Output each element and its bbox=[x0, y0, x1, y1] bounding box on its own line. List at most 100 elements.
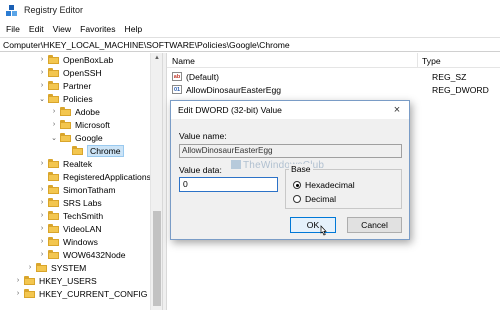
chevron-right-icon[interactable]: › bbox=[38, 79, 46, 92]
column-divider[interactable] bbox=[417, 53, 418, 68]
address-path[interactable]: Computer\HKEY_LOCAL_MACHINE\SOFTWARE\Pol… bbox=[3, 40, 290, 50]
tree-item-label: Windows bbox=[63, 236, 98, 247]
tree-item-label: Microsoft bbox=[75, 119, 110, 130]
chevron-right-icon[interactable]: › bbox=[38, 196, 46, 209]
window-title: Registry Editor bbox=[24, 5, 84, 15]
menu-view[interactable]: View bbox=[53, 24, 71, 34]
tree-item-videolan[interactable]: › VideoLAN bbox=[38, 222, 102, 235]
tree-item-label: VideoLAN bbox=[63, 223, 102, 234]
folder-icon bbox=[72, 146, 83, 155]
base-group-label: Base bbox=[289, 164, 313, 174]
menu-favorites[interactable]: Favorites bbox=[80, 24, 115, 34]
tree-item-label: SimonTatham bbox=[63, 184, 116, 195]
value-data-label: Value data: bbox=[179, 165, 222, 175]
tree-item-label: OpenBoxLab bbox=[63, 54, 114, 65]
tree-item-techsmith[interactable]: › TechSmith bbox=[38, 209, 103, 222]
radio-decimal[interactable]: Decimal bbox=[293, 194, 336, 204]
tree-item-hkey-users[interactable]: › HKEY_USERS bbox=[14, 274, 97, 287]
tree-item-srs-labs[interactable]: › SRS Labs bbox=[38, 196, 102, 209]
column-header-name[interactable]: Name bbox=[172, 56, 195, 66]
tree-item-wow6432node[interactable]: › WOW6432Node bbox=[38, 248, 126, 261]
folder-icon bbox=[36, 263, 47, 272]
tree-item-system[interactable]: › SYSTEM bbox=[26, 261, 87, 274]
value-row-default[interactable]: ab (Default) REG_SZ bbox=[167, 70, 500, 83]
mouse-pointer-icon bbox=[320, 225, 327, 236]
tree-item-chrome[interactable]: Chrome bbox=[62, 144, 124, 157]
chevron-right-icon[interactable]: › bbox=[38, 248, 46, 261]
value-name-field: AllowDinosaurEasterEgg bbox=[179, 144, 402, 158]
chevron-right-icon[interactable]: › bbox=[50, 118, 58, 131]
folder-icon bbox=[24, 276, 35, 285]
tree-item-openssh[interactable]: › OpenSSH bbox=[38, 66, 102, 79]
tree-item-adobe[interactable]: › Adobe bbox=[50, 105, 100, 118]
folder-icon bbox=[48, 198, 59, 207]
scrollbar-thumb[interactable] bbox=[153, 211, 161, 306]
chevron-down-icon[interactable]: ⌄ bbox=[38, 92, 46, 105]
watermark-logo-icon bbox=[231, 160, 241, 169]
chevron-right-icon[interactable]: › bbox=[38, 235, 46, 248]
tree-item-simontatham[interactable]: › SimonTatham bbox=[38, 183, 116, 196]
tree-item-label: Adobe bbox=[75, 106, 100, 117]
folder-icon bbox=[60, 120, 71, 129]
folder-icon bbox=[48, 211, 59, 220]
menu-bar: File Edit View Favorites Help bbox=[0, 20, 500, 37]
chevron-right-icon[interactable]: › bbox=[38, 157, 46, 170]
folder-icon bbox=[48, 172, 59, 181]
tree-item-registeredapplications[interactable]: RegisteredApplications bbox=[38, 170, 151, 183]
chevron-right-icon[interactable]: › bbox=[14, 274, 22, 287]
column-header-type[interactable]: Type bbox=[422, 56, 441, 66]
tree-item-openboxlab[interactable]: › OpenBoxLab bbox=[38, 53, 113, 66]
tree-item-microsoft[interactable]: › Microsoft bbox=[50, 118, 110, 131]
radio-hexadecimal-label: Hexadecimal bbox=[305, 180, 355, 190]
radio-selected-icon[interactable] bbox=[293, 181, 301, 189]
tree-item-partner[interactable]: › Partner bbox=[38, 79, 91, 92]
chevron-right-icon[interactable]: › bbox=[38, 183, 46, 196]
dword-value-icon: 01 bbox=[172, 85, 182, 94]
value-row-allowdinosaureasteregg[interactable]: 01 AllowDinosaurEasterEgg REG_DWORD bbox=[167, 83, 500, 96]
tree-item-label: SYSTEM bbox=[51, 262, 87, 273]
chevron-down-icon[interactable]: ⌄ bbox=[50, 131, 58, 144]
folder-icon bbox=[48, 68, 59, 77]
tree-scrollbar[interactable]: ▲ bbox=[150, 53, 162, 312]
chevron-right-icon[interactable]: › bbox=[26, 261, 34, 274]
value-type: REG_DWORD bbox=[432, 84, 489, 95]
chevron-right-icon[interactable]: › bbox=[38, 222, 46, 235]
chevron-right-icon[interactable]: › bbox=[14, 287, 22, 300]
tree-item-google[interactable]: ⌄ Google bbox=[50, 131, 103, 144]
ok-button[interactable]: OK bbox=[290, 217, 336, 233]
chevron-right-icon[interactable]: › bbox=[38, 209, 46, 222]
folder-icon bbox=[48, 237, 59, 246]
folder-icon bbox=[24, 289, 35, 298]
dialog-title-bar[interactable]: Edit DWORD (32-bit) Value bbox=[171, 101, 409, 119]
folder-icon bbox=[48, 55, 59, 64]
folder-icon bbox=[48, 185, 59, 194]
menu-help[interactable]: Help bbox=[125, 24, 143, 34]
menu-file[interactable]: File bbox=[6, 24, 20, 34]
value-type: REG_SZ bbox=[432, 71, 467, 82]
menu-edit[interactable]: Edit bbox=[29, 24, 44, 34]
chevron-right-icon[interactable]: › bbox=[38, 53, 46, 66]
tree-item-label: Realtek bbox=[63, 158, 93, 169]
tree-item-hkey-current-config[interactable]: › HKEY_CURRENT_CONFIG bbox=[14, 287, 148, 300]
dialog-title: Edit DWORD (32-bit) Value bbox=[178, 105, 282, 115]
tree-item-windows[interactable]: › Windows bbox=[38, 235, 98, 248]
radio-hexadecimal[interactable]: Hexadecimal bbox=[293, 180, 355, 190]
tree-item-realtek[interactable]: › Realtek bbox=[38, 157, 92, 170]
chevron-right-icon[interactable]: › bbox=[50, 105, 58, 118]
tree-item-label: SRS Labs bbox=[63, 197, 102, 208]
radio-unselected-icon[interactable] bbox=[293, 195, 301, 203]
folder-icon bbox=[48, 94, 59, 103]
tree-item-policies[interactable]: ⌄ Policies bbox=[38, 92, 93, 105]
close-icon[interactable]: × bbox=[391, 104, 403, 116]
value-data-input[interactable]: 0 bbox=[179, 177, 278, 192]
tree-item-label: TechSmith bbox=[63, 210, 104, 221]
list-header: Name Type bbox=[167, 53, 500, 68]
folder-icon bbox=[60, 107, 71, 116]
dialog-body: Value name: AllowDinosaurEasterEgg TheWi… bbox=[171, 119, 409, 239]
cancel-button[interactable]: Cancel bbox=[347, 217, 402, 233]
tree-item-label: WOW6432Node bbox=[63, 249, 126, 260]
address-bar[interactable]: Computer\HKEY_LOCAL_MACHINE\SOFTWARE\Pol… bbox=[0, 37, 500, 52]
title-bar: Registry Editor bbox=[0, 0, 500, 20]
chevron-right-icon[interactable]: › bbox=[38, 66, 46, 79]
